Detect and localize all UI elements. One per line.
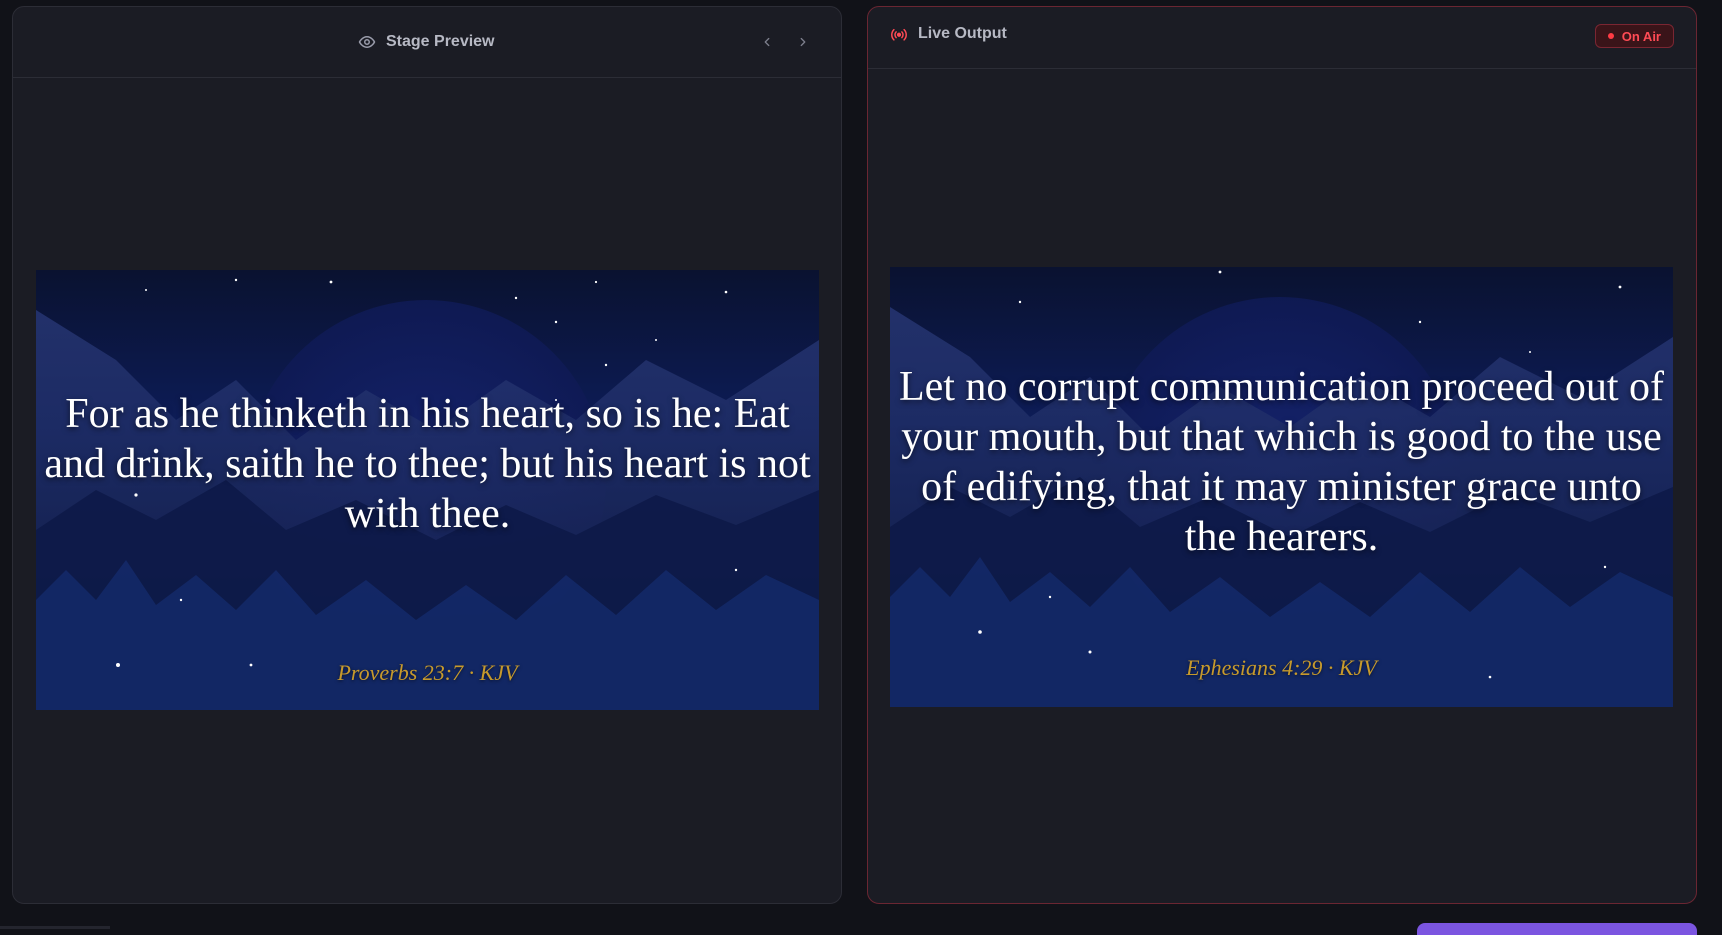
slide-reference: Ephesians 4:29 · KJV <box>1186 655 1377 680</box>
live-output-title-group: Live Output <box>890 25 1007 43</box>
slide-verse-text: For as he thinketh in his heart, so is h… <box>44 391 811 537</box>
stage-preview-header: Stage Preview <box>13 7 841 78</box>
chevron-right-icon <box>800 37 806 47</box>
slide-nav <box>759 33 811 51</box>
stage-preview-panel: Stage Preview For as he thinketh in his … <box>12 6 842 904</box>
next-slide-button[interactable] <box>795 33 811 51</box>
live-output-title: Live Output <box>918 25 1007 42</box>
stage-preview-title: Stage Preview <box>386 33 495 50</box>
live-output-slide: Let no corrupt communication proceed out… <box>890 267 1673 707</box>
status-dot-icon <box>1607 33 1614 39</box>
go-live-button[interactable] <box>1417 923 1697 935</box>
on-air-label: On Air <box>1621 28 1661 44</box>
on-air-status-badge: On Air <box>1594 24 1674 48</box>
chevron-left-icon <box>764 37 770 47</box>
live-output-panel: Live Output On Air Let no corrupt commun… <box>867 6 1697 904</box>
stage-preview-title-group: Stage Preview <box>358 33 495 51</box>
live-output-header: Live Output On Air <box>868 7 1696 69</box>
slide-verse-text: Let no corrupt communication proceed out… <box>898 364 1665 560</box>
eye-icon <box>358 33 376 51</box>
stage-preview-slide[interactable]: For as he thinketh in his heart, so is h… <box>36 270 819 710</box>
previous-slide-button[interactable] <box>759 33 775 51</box>
slide-reference: Proverbs 23:7 · KJV <box>337 660 518 685</box>
broadcast-icon <box>890 25 908 43</box>
